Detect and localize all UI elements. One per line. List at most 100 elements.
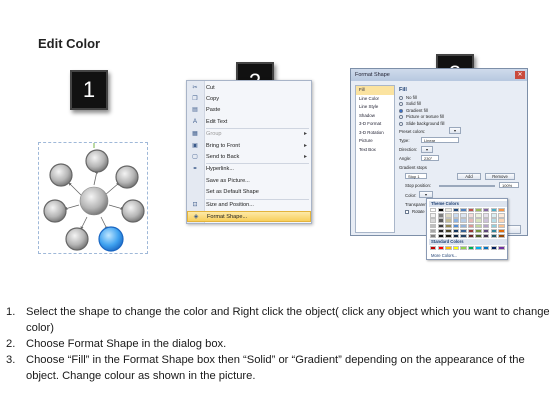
color-swatch[interactable] xyxy=(475,218,482,223)
more-colors-link[interactable]: More Colors... xyxy=(431,253,457,258)
color-swatch[interactable] xyxy=(452,228,460,234)
color-swatch[interactable] xyxy=(490,208,498,213)
preset-colors-dropdown[interactable]: ▾ xyxy=(449,127,461,134)
fill-option-no-fill[interactable]: No fill xyxy=(399,95,417,101)
color-swatch[interactable] xyxy=(445,246,452,251)
color-swatch[interactable] xyxy=(437,233,444,239)
menu-item-copy[interactable]: ❐ Copy xyxy=(187,94,311,105)
category-line-style[interactable]: Line Style xyxy=(356,103,394,112)
menu-item-edit-text[interactable]: A Edit Text xyxy=(187,117,311,128)
color-swatch[interactable] xyxy=(467,223,475,228)
menu-item-cut[interactable]: ✂ Cut xyxy=(187,83,311,94)
color-swatch[interactable] xyxy=(475,208,482,213)
color-swatch[interactable] xyxy=(498,246,505,251)
menu-item-hyperlink[interactable]: ⚭ Hyperlink... xyxy=(187,164,311,175)
color-swatch[interactable] xyxy=(445,228,452,234)
category-text-box[interactable]: Text Box xyxy=(356,146,394,155)
color-swatch[interactable] xyxy=(460,246,467,251)
color-swatch[interactable] xyxy=(475,246,482,251)
color-swatch[interactable] xyxy=(498,208,505,213)
color-swatch[interactable] xyxy=(430,208,437,213)
color-swatch[interactable] xyxy=(460,233,467,239)
menu-item-send-to-back[interactable]: ▢ Send to Back ▸ xyxy=(187,152,311,163)
color-swatch[interactable] xyxy=(430,213,437,218)
type-select[interactable]: Linear xyxy=(421,137,459,143)
menu-item-save-as-picture[interactable]: Save as Picture... xyxy=(187,176,311,187)
color-swatch[interactable] xyxy=(475,213,482,218)
color-swatch[interactable] xyxy=(498,213,505,218)
color-swatch[interactable] xyxy=(467,208,475,213)
fill-option-solid-fill[interactable]: Solid fill xyxy=(399,101,421,107)
stop-position-input[interactable]: 100% xyxy=(499,182,519,188)
diagram-selection-box[interactable] xyxy=(38,135,148,254)
color-swatch[interactable] xyxy=(445,213,452,218)
color-swatch[interactable] xyxy=(452,246,460,251)
color-swatch[interactable] xyxy=(483,208,490,213)
color-swatch[interactable] xyxy=(490,213,498,218)
color-swatch[interactable] xyxy=(460,228,467,234)
color-swatch[interactable] xyxy=(445,223,452,228)
color-swatch[interactable] xyxy=(490,233,498,239)
remove-stop-button[interactable]: Remove xyxy=(485,173,515,180)
menu-item-paste[interactable]: ▤ Paste xyxy=(187,105,311,116)
color-swatch[interactable] xyxy=(483,228,490,234)
stop-select[interactable]: Stop 1 xyxy=(405,173,427,179)
category-3-d-rotation[interactable]: 3-D Rotation xyxy=(356,129,394,138)
color-swatch[interactable] xyxy=(452,233,460,239)
color-swatch[interactable] xyxy=(483,223,490,228)
color-swatch[interactable] xyxy=(445,233,452,239)
angle-input[interactable]: 230° xyxy=(421,155,439,161)
color-swatch[interactable] xyxy=(490,246,498,251)
color-swatch[interactable] xyxy=(483,213,490,218)
color-swatch[interactable] xyxy=(430,218,437,223)
color-swatch[interactable] xyxy=(445,208,452,213)
category-shadow[interactable]: Shadow xyxy=(356,112,394,121)
color-swatch[interactable] xyxy=(475,223,482,228)
color-swatch[interactable] xyxy=(498,228,505,234)
color-swatch[interactable] xyxy=(498,233,505,239)
color-swatch[interactable] xyxy=(437,223,444,228)
category-3-d-format[interactable]: 3-D Format xyxy=(356,120,394,129)
color-swatch[interactable] xyxy=(437,228,444,234)
color-swatch[interactable] xyxy=(475,228,482,234)
color-swatch[interactable] xyxy=(430,223,437,228)
color-swatch[interactable] xyxy=(460,223,467,228)
color-swatch[interactable] xyxy=(498,218,505,223)
color-swatch[interactable] xyxy=(483,233,490,239)
color-swatch[interactable] xyxy=(460,218,467,223)
stop-position-slider[interactable] xyxy=(439,185,495,187)
color-swatch[interactable] xyxy=(490,223,498,228)
color-swatch[interactable] xyxy=(430,246,437,251)
color-swatch[interactable] xyxy=(430,228,437,234)
color-swatch[interactable] xyxy=(437,208,444,213)
fill-option-slide-background-fill[interactable]: Slide background fill xyxy=(399,121,444,127)
menu-item-size-and-position[interactable]: ⊡ Size and Position... xyxy=(187,200,311,211)
fill-option-gradient-fill[interactable]: Gradient fill xyxy=(399,108,428,114)
color-picker-button[interactable]: ▾ xyxy=(419,191,433,198)
category-picture[interactable]: Picture xyxy=(356,137,394,146)
color-swatch[interactable] xyxy=(475,233,482,239)
color-swatch[interactable] xyxy=(467,228,475,234)
color-swatch[interactable] xyxy=(437,213,444,218)
color-swatch[interactable] xyxy=(437,218,444,223)
color-swatch[interactable] xyxy=(452,218,460,223)
color-swatch[interactable] xyxy=(467,233,475,239)
color-swatch[interactable] xyxy=(467,213,475,218)
direction-dropdown[interactable]: ▾ xyxy=(421,146,433,153)
color-swatch[interactable] xyxy=(467,218,475,223)
add-stop-button[interactable]: Add xyxy=(457,173,481,180)
color-swatch[interactable] xyxy=(483,218,490,223)
fill-option-picture-or-texture-fill[interactable]: Picture or texture fill xyxy=(399,114,444,120)
menu-item-format-shape[interactable]: ◈ Format Shape... xyxy=(187,210,311,222)
color-swatch[interactable] xyxy=(498,223,505,228)
menu-item-set-as-default-shape[interactable]: Set as Default Shape xyxy=(187,187,311,198)
category-fill[interactable]: Fill xyxy=(356,86,394,95)
close-icon[interactable]: ✕ xyxy=(515,71,525,79)
color-swatch[interactable] xyxy=(467,246,475,251)
category-line-color[interactable]: Line Color xyxy=(356,95,394,104)
color-swatch[interactable] xyxy=(452,213,460,218)
color-swatch[interactable] xyxy=(483,246,490,251)
color-swatch[interactable] xyxy=(430,233,437,239)
color-swatch[interactable] xyxy=(452,223,460,228)
color-swatch[interactable] xyxy=(460,213,467,218)
